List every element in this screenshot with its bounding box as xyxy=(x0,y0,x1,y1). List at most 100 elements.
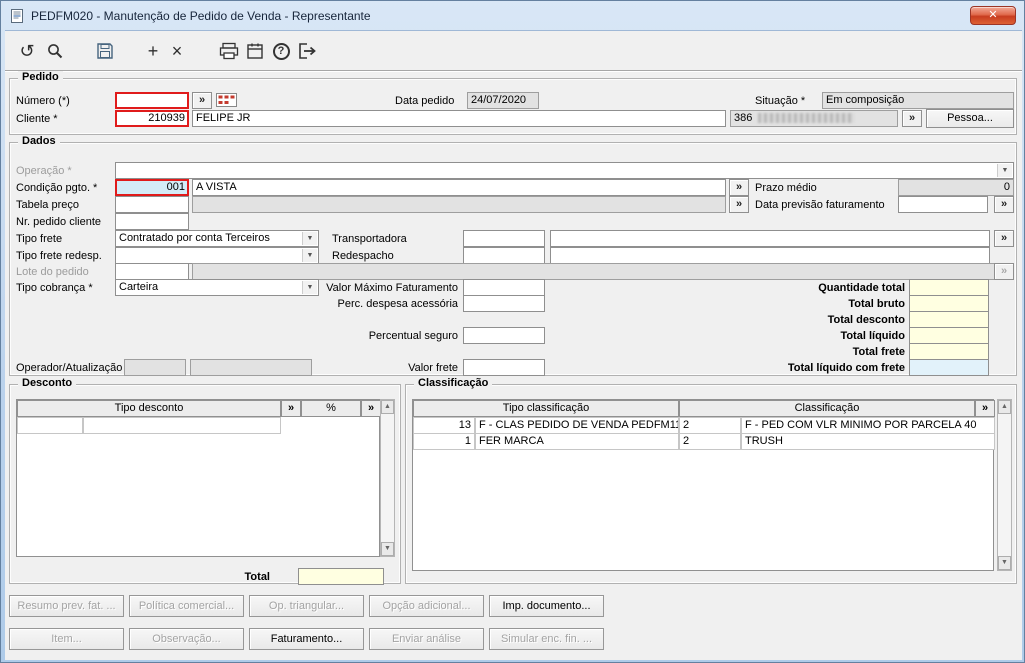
title-bar[interactable]: PEDFM020 - Manutenção de Pedido de Venda… xyxy=(1,1,1024,30)
scroll-up-icon[interactable]: ▲ xyxy=(381,400,394,414)
operacao-combo[interactable]: ▼ xyxy=(115,162,1014,179)
undo-icon: ↺ xyxy=(19,41,35,61)
print-icon xyxy=(219,42,239,60)
perc-despesa-label: Perc. despesa acessória xyxy=(337,298,458,310)
data-previsao-input[interactable] xyxy=(898,196,988,213)
cliente-codigo-input[interactable]: 210939 xyxy=(115,110,189,127)
numero-matrix-button[interactable] xyxy=(216,93,237,107)
total-liquido-frete-label: Total líquido com frete xyxy=(787,362,905,374)
tabela-preco-input[interactable] xyxy=(115,196,189,213)
print-button[interactable] xyxy=(217,39,241,63)
chevron-down-icon[interactable]: ▼ xyxy=(302,249,317,262)
row2-codigo[interactable]: 2 xyxy=(679,433,741,450)
redespacho-label: Redespacho xyxy=(332,250,394,262)
simular-enc-fin-button: Simular enc. fin. ... xyxy=(489,628,604,650)
classificacao-header-classificacao: Classificação xyxy=(679,400,975,417)
tipo-frete-value: Contratado por conta Terceiros xyxy=(119,232,270,244)
valor-frete-input[interactable] xyxy=(463,359,545,376)
total-desconto-field xyxy=(909,311,989,328)
cliente-nome-field: FELIPE JR xyxy=(192,110,726,127)
matrix-grid-icon xyxy=(216,93,237,107)
lote-pedido-descricao-field xyxy=(192,263,1014,280)
valor-maximo-input[interactable] xyxy=(463,279,545,296)
scroll-down-icon[interactable]: ▼ xyxy=(998,556,1011,570)
help-button[interactable]: ? xyxy=(269,39,293,63)
tipo-frete-combo[interactable]: Contratado por conta Terceiros ▼ xyxy=(115,230,319,247)
total-bruto-field xyxy=(909,295,989,312)
faturamento-button[interactable]: Faturamento... xyxy=(249,628,364,650)
imp-documento-button[interactable]: Imp. documento... xyxy=(489,595,604,617)
nr-pedido-cliente-input[interactable] xyxy=(115,213,189,230)
desconto-scrollbar[interactable]: ▲ ▼ xyxy=(380,399,395,557)
classificacao-lookup-button[interactable]: » xyxy=(975,400,995,417)
save-icon xyxy=(96,42,114,60)
desconto-percentual-lookup-button[interactable]: » xyxy=(361,400,381,417)
condicao-pgto-lookup-button[interactable]: » xyxy=(729,179,749,196)
dados-group: Dados Operação * ▼ Condição pgto. * 001 … xyxy=(9,135,1017,376)
numero-lookup-button[interactable]: » xyxy=(192,92,212,109)
add-icon: + xyxy=(147,41,159,61)
redespacho-input[interactable] xyxy=(463,247,545,264)
numero-input[interactable] xyxy=(115,92,189,109)
desconto-cell-codigo[interactable] xyxy=(17,417,83,434)
percentual-seguro-input[interactable] xyxy=(463,327,545,344)
delete-button[interactable]: × xyxy=(165,39,189,63)
row1-tipo-descricao[interactable]: F - CLAS PEDIDO DE VENDA PEDFM113 xyxy=(475,417,679,434)
redespacho-descricao-field xyxy=(550,247,990,264)
row1-codigo[interactable]: 2 xyxy=(679,417,741,434)
data-previsao-label: Data previsão faturamento xyxy=(755,199,885,211)
tipo-cobranca-combo[interactable]: Carteira ▼ xyxy=(115,279,319,296)
chevron-down-icon[interactable]: ▼ xyxy=(997,164,1012,177)
classificacao-scrollbar[interactable]: ▲ ▼ xyxy=(997,399,1012,571)
data-pedido-label: Data pedido xyxy=(395,95,455,107)
pedido-group: Pedido Número (*) » Data pedido 24/07/20… xyxy=(9,71,1017,135)
row2-tipo-codigo[interactable]: 1 xyxy=(413,433,475,450)
desconto-tipo-lookup-button[interactable]: » xyxy=(281,400,301,417)
delete-icon: × xyxy=(171,41,183,61)
chevron-down-icon[interactable]: ▼ xyxy=(302,232,317,245)
tabela-preco-lookup-button[interactable]: » xyxy=(729,196,749,213)
toolbar-divider xyxy=(5,70,1022,72)
chevron-down-icon[interactable]: ▼ xyxy=(302,281,317,294)
pessoa-codigo-field: 386 xyxy=(730,110,898,127)
save-button[interactable] xyxy=(93,39,117,63)
item-button: Item... xyxy=(9,628,124,650)
row2-descricao[interactable]: TRUSH xyxy=(741,433,995,450)
total-frete-label: Total frete xyxy=(852,346,905,358)
prazo-medio-label: Prazo médio xyxy=(755,182,817,194)
condicao-pgto-label: Condição pgto. * xyxy=(16,182,98,194)
row2-tipo-descricao[interactable]: FER MARCA xyxy=(475,433,679,450)
total-liquido-frete-field xyxy=(909,359,989,376)
exit-button[interactable] xyxy=(295,39,319,63)
situacao-label: Situação * xyxy=(755,95,806,107)
search-button[interactable] xyxy=(43,39,67,63)
condicao-pgto-input[interactable]: 001 xyxy=(115,179,189,196)
transportadora-lookup-button[interactable]: » xyxy=(994,230,1014,247)
tipo-frete-redesp-combo[interactable]: ▼ xyxy=(115,247,319,264)
prazo-medio-field: 0 xyxy=(898,179,1014,196)
row1-descricao[interactable]: F - PED COM VLR MINIMO POR PARCELA 40 xyxy=(741,417,995,434)
close-button[interactable]: ✕ xyxy=(970,6,1016,25)
scroll-up-icon[interactable]: ▲ xyxy=(998,400,1011,414)
total-frete-field xyxy=(909,343,989,360)
pessoa-lookup-button[interactable]: » xyxy=(902,110,922,127)
undo-button[interactable]: ↺ xyxy=(15,39,39,63)
desconto-total-label: Total xyxy=(244,571,270,583)
application-window: PEDFM020 - Manutenção de Pedido de Venda… xyxy=(0,0,1025,663)
transportadora-label: Transportadora xyxy=(332,233,407,245)
transportadora-input[interactable] xyxy=(463,230,545,247)
total-liquido-label: Total líquido xyxy=(840,330,905,342)
observacao-button: Observação... xyxy=(129,628,244,650)
schedule-button[interactable] xyxy=(243,39,267,63)
lote-pedido-input[interactable] xyxy=(115,263,189,280)
desconto-group: Desconto Tipo desconto » % » ▲ ▼ Total xyxy=(9,377,401,585)
perc-despesa-input[interactable] xyxy=(463,295,545,312)
desconto-cell-descricao[interactable] xyxy=(83,417,281,434)
scroll-down-icon[interactable]: ▼ xyxy=(381,542,394,556)
desconto-header-percentual: % xyxy=(301,400,361,417)
situacao-field: Em composição xyxy=(822,92,1014,109)
data-previsao-lookup-button[interactable]: » xyxy=(994,196,1014,213)
pessoa-button[interactable]: Pessoa... xyxy=(926,109,1014,128)
add-button[interactable]: + xyxy=(141,39,165,63)
row1-tipo-codigo[interactable]: 13 xyxy=(413,417,475,434)
